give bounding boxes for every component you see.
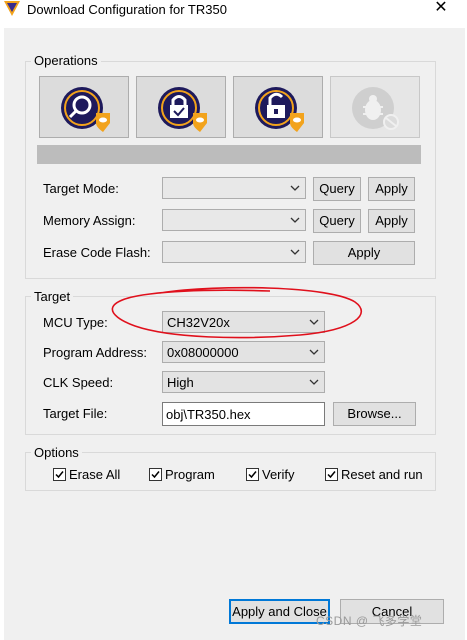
- close-icon[interactable]: ✕: [433, 0, 449, 16]
- window-title: Download Configuration for TR350: [27, 2, 227, 17]
- lock-shield-icon: [158, 87, 207, 132]
- memory-assign-select[interactable]: [162, 209, 306, 231]
- app-logo-icon: [4, 1, 20, 16]
- erase-all-checkbox[interactable]: [53, 468, 66, 481]
- target-file-label: Target File:: [43, 406, 108, 421]
- target-mode-query-button[interactable]: Query: [313, 177, 361, 201]
- title-bar: Download Configuration for TR350 ✕: [0, 0, 467, 28]
- options-group-label: Options: [31, 445, 82, 460]
- unlock-chip-button[interactable]: [233, 76, 323, 138]
- chevron-down-icon: [290, 249, 300, 255]
- clk-speed-label: CLK Speed:: [43, 375, 114, 390]
- erase-code-flash-select[interactable]: [162, 241, 306, 263]
- chevron-down-icon: [309, 379, 319, 385]
- erase-code-flash-label: Erase Code Flash:: [43, 245, 151, 260]
- program-label: Program: [165, 467, 215, 482]
- program-address-select[interactable]: 0x08000000: [162, 341, 325, 363]
- memory-assign-label: Memory Assign:: [43, 213, 136, 228]
- magnifier-shield-icon: [61, 87, 110, 132]
- erase-code-flash-apply-button[interactable]: Apply: [313, 241, 415, 265]
- verify-label: Verify: [262, 467, 295, 482]
- target-mode-apply-button[interactable]: Apply: [368, 177, 415, 201]
- program-checkbox[interactable]: [149, 468, 162, 481]
- browse-button[interactable]: Browse...: [333, 402, 416, 426]
- target-group-label: Target: [31, 289, 74, 304]
- chevron-down-icon: [290, 217, 300, 223]
- reset-and-run-label: Reset and run: [341, 467, 423, 482]
- chevron-down-icon: [309, 349, 319, 355]
- program-address-label: Program Address:: [43, 345, 148, 360]
- bug-disabled-icon: [352, 87, 399, 130]
- progress-bar: [37, 145, 421, 164]
- checkmark-icon: [151, 471, 160, 479]
- checkmark-icon: [55, 471, 64, 479]
- mcu-type-label: MCU Type:: [43, 315, 108, 330]
- target-file-input[interactable]: obj\TR350.hex: [162, 402, 325, 426]
- checkmark-icon: [248, 471, 257, 479]
- memory-assign-query-button[interactable]: Query: [313, 209, 361, 233]
- mcu-type-select[interactable]: CH32V20x: [162, 311, 325, 333]
- chevron-down-icon: [309, 319, 319, 325]
- lock-chip-button[interactable]: [136, 76, 226, 138]
- watermark: CSDN @ 飞多学堂: [316, 614, 423, 628]
- reset-and-run-checkbox[interactable]: [325, 468, 338, 481]
- query-chip-button[interactable]: [39, 76, 129, 138]
- target-mode-select[interactable]: [162, 177, 306, 199]
- unlock-shield-icon: [255, 87, 304, 132]
- clk-speed-select[interactable]: High: [162, 371, 325, 393]
- erase-all-label: Erase All: [69, 467, 121, 482]
- target-mode-label: Target Mode:: [43, 181, 119, 196]
- checkmark-icon: [327, 471, 336, 479]
- operations-group-label: Operations: [31, 53, 101, 68]
- chevron-down-icon: [290, 185, 300, 191]
- verify-checkbox[interactable]: [246, 468, 259, 481]
- apply-and-close-button[interactable]: Apply and Close: [229, 599, 330, 624]
- memory-assign-apply-button[interactable]: Apply: [368, 209, 415, 233]
- disabled-bug-button[interactable]: [330, 76, 420, 138]
